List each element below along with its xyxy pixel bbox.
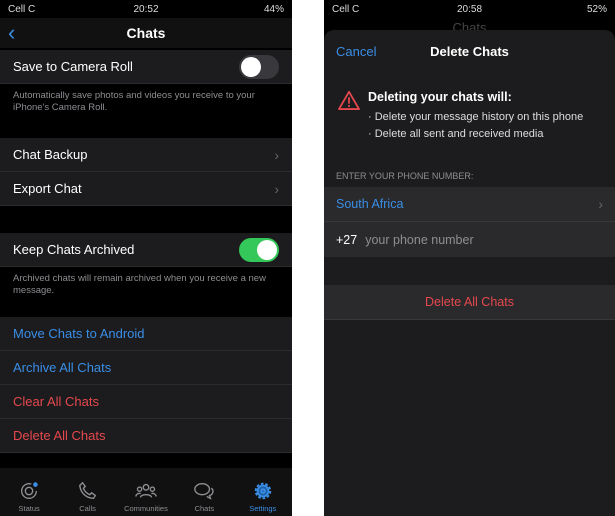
delete-all-chats-button[interactable]: Delete All Chats [0, 419, 292, 453]
tab-label: Chats [194, 504, 215, 513]
phone-number-label: ENTER YOUR PHONE NUMBER: [336, 171, 474, 181]
time: 20:52 [133, 3, 159, 15]
warning-icon [338, 90, 360, 110]
time: 20:58 [456, 3, 483, 15]
country-value: South Africa [336, 197, 404, 211]
chat-bubbles-icon [194, 482, 214, 500]
battery: 44% [263, 3, 284, 15]
warning-block: Deleting your chats will: · Delete your … [324, 72, 615, 143]
phone-icon [78, 481, 96, 500]
warning-bullet: · Delete all sent and received media [368, 128, 544, 140]
cancel-button[interactable]: Cancel [336, 44, 376, 59]
phone-number-input[interactable] [365, 232, 603, 247]
tab-label: Settings [249, 504, 277, 513]
tab-communities[interactable]: Communities [121, 480, 171, 513]
status-bar: Cell C 20:52 44% [0, 0, 292, 18]
delete-all-chats-button[interactable]: Delete All Chats [324, 285, 615, 320]
keep-archived-toggle[interactable] [239, 237, 279, 262]
tab-bar: Status Calls Communities Chats Settings [0, 468, 292, 516]
chat-backup-row[interactable]: Chat Backup › [0, 138, 292, 172]
move-chats-android-button[interactable]: Move Chats to Android [0, 317, 292, 351]
communities-icon [135, 483, 157, 498]
sheet-title: Delete Chats [430, 43, 509, 59]
keep-archived-label: Keep Chats Archived [13, 242, 135, 257]
status-bar: Cell C 20:58 52% [324, 0, 615, 18]
tab-label: Calls [79, 504, 96, 513]
delete-chats-screen: Cell C 20:58 52% Chats Cancel Delete Cha… [324, 0, 615, 516]
tab-calls[interactable]: Calls [63, 480, 113, 513]
tab-label: Communities [124, 504, 168, 513]
save-camera-roll-footer: Automatically save photos and videos you… [13, 90, 255, 113]
save-camera-roll-label: Save to Camera Roll [13, 59, 133, 74]
tab-status[interactable]: Status [4, 480, 54, 513]
tab-settings[interactable]: Settings [238, 480, 288, 513]
keep-archived-footer: Archived chats will remain archived when… [13, 273, 266, 296]
chevron-right-icon: › [274, 180, 279, 197]
gear-icon [254, 482, 271, 500]
delete-chats-sheet: Cancel Delete Chats Deleting your chats … [324, 30, 615, 516]
nav-bar: ‹ Chats [0, 18, 292, 48]
warning-bullet: · Delete your message history on this ph… [368, 111, 584, 123]
tab-chats[interactable]: Chats [179, 480, 229, 513]
carrier: Cell C [332, 3, 360, 15]
status-icon [21, 482, 38, 500]
warning-title: Deleting your chats will: [368, 90, 512, 104]
export-chat-label: Export Chat [13, 181, 82, 196]
carrier: Cell C [8, 3, 36, 15]
clear-all-chats-button[interactable]: Clear All Chats [0, 385, 292, 419]
country-code: +27 [336, 232, 358, 247]
export-chat-row[interactable]: Export Chat › [0, 172, 292, 206]
keep-archived-row: Keep Chats Archived [0, 233, 292, 267]
battery: 52% [586, 3, 607, 15]
page-title: Chats [126, 25, 166, 41]
phone-row: +27 [324, 222, 615, 257]
chat-backup-label: Chat Backup [13, 147, 88, 162]
save-camera-roll-toggle[interactable] [239, 54, 279, 79]
archive-all-chats-button[interactable]: Archive All Chats [0, 351, 292, 385]
tab-label: Status [18, 504, 40, 513]
chats-settings-screen: Cell C 20:52 44% ‹ Chats Save to Camera … [0, 0, 292, 516]
save-camera-roll-row: Save to Camera Roll [0, 50, 292, 84]
country-selector[interactable]: South Africa › [324, 187, 615, 222]
chevron-right-icon: › [274, 146, 279, 163]
back-chevron-icon[interactable]: ‹ [8, 20, 15, 46]
chevron-right-icon: › [598, 196, 603, 212]
